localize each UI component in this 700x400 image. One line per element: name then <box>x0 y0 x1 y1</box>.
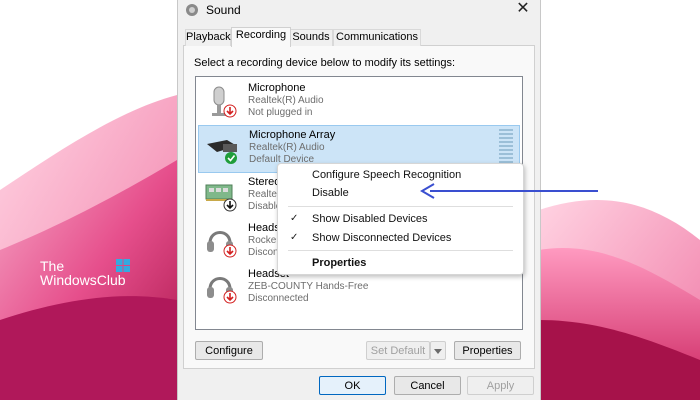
device-driver: ZEB-COUNTY Hands-Free <box>248 281 369 292</box>
set-default-dropdown[interactable] <box>430 341 446 360</box>
sound-card-icon <box>205 184 237 212</box>
close-icon[interactable]: ✕ <box>512 0 534 20</box>
microphone-icon <box>212 86 237 118</box>
menu-item-properties[interactable]: Properties <box>312 257 366 269</box>
device-name: Stereo <box>248 176 281 188</box>
menu-item-configure-speech-recognition[interactable]: Configure Speech Recognition <box>312 169 461 181</box>
menu-item-show-disabled-devices[interactable]: Show Disabled Devices <box>312 213 428 225</box>
ok-button[interactable]: OK <box>319 376 386 395</box>
speaker-icon <box>186 4 198 16</box>
set-default-button[interactable]: Set Default <box>366 341 430 360</box>
checkmark-icon: ✓ <box>290 213 299 224</box>
menu-separator <box>288 206 513 207</box>
watermark-line2: WindowsClub <box>40 272 126 288</box>
annotation-arrow-icon <box>420 183 598 199</box>
checkmark-icon: ✓ <box>290 232 299 243</box>
menu-separator <box>288 250 513 251</box>
windows-logo-icon <box>116 259 130 272</box>
cancel-button[interactable]: Cancel <box>394 376 461 395</box>
configure-button[interactable]: Configure <box>195 341 263 360</box>
watermark-line1: The <box>40 258 65 274</box>
chevron-down-icon <box>434 348 442 354</box>
tab-recording[interactable]: Recording <box>231 27 291 47</box>
level-meter <box>499 129 513 167</box>
properties-button[interactable]: Properties <box>454 341 521 360</box>
window-title: Sound <box>206 3 241 17</box>
device-name: Microphone Array <box>249 129 336 141</box>
device-driver: Rocker <box>248 235 280 246</box>
context-menu: Configure Speech Recognition Disable ✓ S… <box>277 163 524 275</box>
device-name: Microphone <box>248 82 306 94</box>
headset-icon <box>207 231 237 258</box>
menu-item-show-disconnected-devices[interactable]: Show Disconnected Devices <box>312 232 451 244</box>
menu-item-disable[interactable]: Disable <box>312 187 349 199</box>
device-driver: Realtek(R) Audio <box>248 95 324 106</box>
headset-icon <box>207 277 237 304</box>
microphone-array-icon <box>207 140 237 164</box>
watermark-logo: The WindowsClub <box>40 258 130 288</box>
tab-playback[interactable]: Playback <box>185 29 231 46</box>
apply-button[interactable]: Apply <box>467 376 534 395</box>
device-status: Disconnected <box>248 293 309 304</box>
tab-sounds[interactable]: Sounds <box>289 29 333 46</box>
title-bar[interactable]: Sound ✕ <box>178 0 540 22</box>
device-item[interactable]: Microphone Realtek(R) Audio Not plugged … <box>198 79 518 125</box>
device-driver: Realtek(R) Audio <box>249 142 325 153</box>
device-status: Not plugged in <box>248 107 313 118</box>
instruction-text: Select a recording device below to modif… <box>194 57 456 69</box>
tab-communications[interactable]: Communications <box>333 29 421 46</box>
